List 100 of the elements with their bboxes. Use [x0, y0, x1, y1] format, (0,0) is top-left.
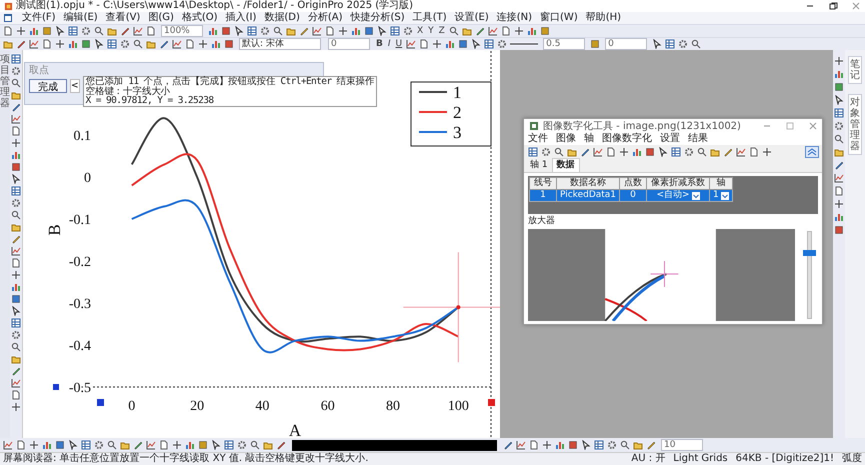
crosshair-icon[interactable]	[619, 146, 629, 156]
line-chart-icon[interactable]	[29, 39, 39, 49]
square-icon[interactable]	[81, 39, 91, 49]
line-chart-icon[interactable]	[172, 39, 182, 49]
menu-item[interactable]: 工具(T)	[412, 12, 447, 24]
menu-item[interactable]: 结果	[688, 133, 708, 145]
pen-icon[interactable]	[276, 440, 286, 450]
table-icon[interactable]	[834, 108, 844, 118]
format-button[interactable]: B	[374, 39, 385, 49]
dropdown-icon[interactable]	[720, 192, 729, 200]
bar-chart-icon[interactable]	[834, 69, 844, 79]
menu-item[interactable]: 格式(O)	[182, 12, 218, 24]
line-chart-icon[interactable]	[736, 146, 746, 156]
square-icon[interactable]	[645, 146, 655, 156]
pen-icon[interactable]	[11, 366, 21, 376]
pointer-icon[interactable]	[658, 146, 668, 156]
menu-item[interactable]: 设置(E)	[454, 12, 489, 24]
crosshair-icon[interactable]	[11, 402, 21, 412]
search-icon[interactable]	[11, 342, 21, 352]
table-row[interactable]: 1 PickedData1 0 <自动> 1	[530, 190, 732, 202]
axis-button[interactable]: Y	[426, 26, 436, 36]
menu-item[interactable]: 轴	[584, 133, 594, 145]
pointer-icon[interactable]	[471, 39, 482, 49]
square-icon[interactable]	[42, 26, 52, 36]
search-icon[interactable]	[448, 26, 459, 36]
menu-item[interactable]: 快捷分析(S)	[350, 12, 405, 24]
gear-icon[interactable]	[11, 198, 21, 208]
handle-icon[interactable]	[97, 399, 104, 406]
gear-icon[interactable]	[607, 440, 617, 450]
pointer-icon[interactable]	[234, 26, 244, 36]
bar-chart-icon[interactable]	[11, 282, 21, 292]
zoom-combo[interactable]: 100%	[161, 25, 203, 37]
menu-item[interactable]: 分析(A)	[308, 12, 343, 24]
bar-chart-icon[interactable]	[29, 26, 39, 36]
gear-icon[interactable]	[834, 121, 844, 131]
crosshair-icon[interactable]	[198, 39, 208, 49]
pen-icon[interactable]	[646, 440, 656, 450]
bar-chart-icon[interactable]	[445, 39, 456, 49]
line-chart-icon[interactable]	[11, 378, 21, 388]
table-icon[interactable]	[594, 440, 604, 450]
gear-icon[interactable]	[541, 146, 551, 156]
crosshair-icon[interactable]	[29, 440, 39, 450]
line-chart-icon[interactable]	[133, 26, 143, 36]
page-icon[interactable]	[11, 258, 21, 268]
table-icon[interactable]	[11, 54, 21, 64]
menu-item[interactable]: 文件	[528, 133, 548, 145]
page-icon[interactable]	[11, 390, 21, 400]
line-chart-icon[interactable]	[593, 146, 603, 156]
done-button[interactable]: 完成	[29, 79, 67, 93]
line-chart-icon[interactable]	[406, 39, 416, 49]
square-icon[interactable]	[834, 82, 844, 92]
crosshair-icon[interactable]	[762, 146, 772, 156]
pen-icon[interactable]	[503, 440, 513, 450]
square-icon[interactable]	[221, 26, 231, 36]
page-icon[interactable]	[834, 186, 844, 196]
pointer-icon[interactable]	[211, 440, 221, 450]
font-size-combo[interactable]: 10	[661, 439, 703, 451]
search-icon[interactable]	[250, 440, 260, 450]
search-icon[interactable]	[620, 440, 630, 450]
table-icon[interactable]	[671, 146, 681, 156]
gear-icon[interactable]	[403, 26, 413, 36]
crosshair-icon[interactable]	[834, 199, 844, 209]
gear-icon[interactable]	[237, 440, 247, 450]
crosshair-icon[interactable]	[55, 39, 65, 49]
pen-icon[interactable]	[16, 39, 26, 49]
close-icon[interactable]	[851, 1, 861, 11]
pen-icon[interactable]	[834, 160, 844, 170]
value-combo[interactable]: 0	[605, 38, 648, 50]
pointer-icon[interactable]	[652, 39, 662, 49]
menu-item[interactable]: 图(G)	[148, 12, 174, 24]
gear-icon[interactable]	[120, 39, 130, 49]
font-combo[interactable]: 默认: 宋体	[239, 38, 321, 50]
gear-icon[interactable]	[678, 39, 688, 49]
table-icon[interactable]	[224, 440, 234, 450]
menu-item[interactable]: 连接(N)	[496, 12, 532, 24]
page-icon[interactable]	[11, 126, 21, 136]
table-icon[interactable]	[484, 39, 494, 49]
pointer-icon[interactable]	[11, 306, 21, 316]
slider-thumb[interactable]	[803, 250, 816, 256]
menu-item[interactable]: 编辑(E)	[64, 12, 98, 24]
table-icon[interactable]	[528, 146, 538, 156]
bar-chart-icon[interactable]	[834, 212, 844, 222]
axis-button[interactable]: Z	[436, 26, 447, 36]
bar-chart-icon[interactable]	[42, 440, 52, 450]
tab[interactable]: 数据	[552, 158, 580, 172]
menu-item[interactable]: 图像数字化	[602, 133, 652, 145]
line-chart-icon[interactable]	[3, 440, 13, 450]
square-icon[interactable]	[834, 225, 844, 235]
menu-item[interactable]: 帮助(H)	[586, 12, 622, 24]
crosshair-icon[interactable]	[338, 26, 348, 36]
bar-chart-icon[interactable]	[555, 440, 565, 450]
handle-icon[interactable]	[488, 399, 495, 406]
page-icon[interactable]	[529, 440, 539, 450]
menu-item[interactable]: 窗口(W)	[540, 12, 578, 24]
bar-chart-icon[interactable]	[185, 440, 195, 450]
crosshair-icon[interactable]	[11, 270, 21, 280]
crosshair-icon[interactable]	[432, 39, 442, 49]
dock-tab[interactable]: 对象管理器	[848, 94, 862, 155]
search-icon[interactable]	[697, 146, 707, 156]
page-icon[interactable]	[16, 440, 26, 450]
